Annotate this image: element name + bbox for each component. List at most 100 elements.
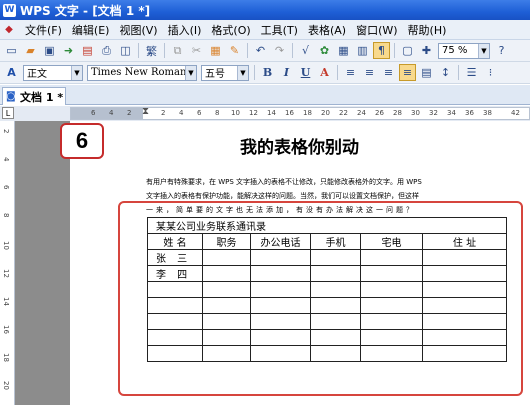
underline-button[interactable]: U (297, 64, 314, 81)
menu-edit[interactable]: 编辑(E) (67, 22, 115, 38)
print-icon[interactable]: ⎙ (98, 42, 115, 59)
simplified-traditional-icon[interactable]: 繁 (143, 42, 160, 59)
justify-icon[interactable]: ≡ (399, 64, 416, 81)
redo-icon[interactable]: ↷ (271, 42, 288, 59)
toolbar-separator (138, 43, 139, 58)
font-size-value: 五号 (205, 69, 225, 80)
style-select[interactable]: 正文 ▼ (23, 64, 83, 81)
ruler-tick: 4 (179, 109, 184, 117)
menu-table[interactable]: 表格(A) (303, 22, 351, 38)
title-bar: W WPS 文字 - [文档 1 *] (0, 0, 530, 20)
toolbar-separator (247, 43, 248, 58)
toolbar-separator (292, 43, 293, 58)
print-preview-icon[interactable]: ◫ (117, 42, 134, 59)
page-background (15, 121, 70, 405)
menu-window[interactable]: 窗口(W) (351, 22, 402, 38)
ruler-tick: 12 (249, 109, 258, 117)
new-document-icon[interactable]: ▭ (3, 42, 20, 59)
horizontal-ruler[interactable]: 6 4 2 2 4 6 8 10 12 14 16 18 20 22 24 26… (70, 107, 530, 120)
numbering-icon[interactable]: ☰ (463, 64, 480, 81)
ruler-tick: 18 (2, 353, 10, 362)
menu-tools[interactable]: 工具(T) (256, 22, 303, 38)
ruler-tick: 42 (511, 109, 520, 117)
styles-icon[interactable]: A (3, 64, 20, 81)
drawing-toolbar-icon[interactable]: ✚ (418, 42, 435, 59)
ruler-tick: 16 (285, 109, 294, 117)
align-right-icon[interactable]: ≡ (380, 64, 397, 81)
document-title[interactable]: 我的表格你别动 (240, 133, 359, 158)
menu-format[interactable]: 格式(O) (206, 22, 255, 38)
formatting-toolbar: A 正文 ▼ Times New Roman ▼ 五号 ▼ B I U A ≡ … (0, 62, 530, 84)
undo-icon[interactable]: ↶ (252, 42, 269, 59)
font-select[interactable]: Times New Roman ▼ (87, 64, 197, 81)
wps-app-icon[interactable]: W (3, 3, 16, 17)
chevron-down-icon[interactable]: ▼ (237, 65, 248, 80)
paste-icon[interactable]: ▦ (207, 42, 224, 59)
step-number-badge: 6 (60, 123, 104, 159)
ruler-tick: 10 (2, 241, 10, 250)
font-size-select[interactable]: 五号 ▼ (201, 64, 249, 81)
font-value: Times New Roman (91, 67, 187, 78)
ruler-tick: 4 (109, 109, 114, 117)
ruler-tick: 22 (339, 109, 348, 117)
line-spacing-icon[interactable]: ↕ (437, 64, 454, 81)
tab-stop-selector[interactable]: L (2, 107, 14, 119)
indent-marker-icon[interactable]: ⧗ (142, 106, 150, 121)
columns-icon[interactable]: ▥ (354, 42, 371, 59)
chevron-down-icon[interactable]: ▼ (478, 43, 489, 58)
window-title: WPS 文字 - [文档 1 *] (20, 3, 151, 18)
cut-icon[interactable]: ✂ (188, 42, 205, 59)
standard-toolbar: ▭ ▰ ▣ ➜ ▤ ⎙ ◫ 繁 ⧉ ✂ ▦ ✎ ↶ ↷ √ ✿ ▦ ▥ ¶ ▢ … (0, 40, 530, 62)
insert-table-icon[interactable]: ▦ (335, 42, 352, 59)
align-center-icon[interactable]: ≡ (361, 64, 378, 81)
copy-icon[interactable]: ⧉ (169, 42, 186, 59)
ruler-tick: 36 (465, 109, 474, 117)
save-icon[interactable]: ▣ (41, 42, 58, 59)
open-folder-icon[interactable]: ▰ (22, 42, 39, 59)
ruler-tick: 26 (375, 109, 384, 117)
font-color-button[interactable]: A (316, 64, 333, 81)
share-icon[interactable]: ➜ (60, 42, 77, 59)
ruler-tick: 8 (2, 213, 10, 218)
formula-icon[interactable]: √ (297, 42, 314, 59)
toolbar-separator (254, 65, 255, 80)
tab-document-1[interactable]: ◙ 文档 1 * (2, 87, 66, 105)
menu-bar: ◆ 文件(F) 编辑(E) 视图(V) 插入(I) 格式(O) 工具(T) 表格… (0, 20, 530, 40)
ruler-tick: 10 (231, 109, 240, 117)
toolbar-separator (458, 65, 459, 80)
zoom-page-icon[interactable]: ▢ (399, 42, 416, 59)
wps-menu-icon[interactable]: ◆ (2, 23, 16, 37)
format-painter-icon[interactable]: ✎ (226, 42, 243, 59)
ruler-tick: 2 (2, 129, 10, 134)
ruler-tick: 24 (357, 109, 366, 117)
pdf-export-icon[interactable]: ▤ (79, 42, 96, 59)
drawing-icon[interactable]: ✿ (316, 42, 333, 59)
chevron-down-icon[interactable]: ▼ (71, 65, 82, 80)
help-icon[interactable]: ? (493, 42, 510, 59)
chevron-down-icon[interactable]: ▼ (185, 65, 196, 80)
align-left-icon[interactable]: ≡ (342, 64, 359, 81)
ruler-tick: 28 (393, 109, 402, 117)
bullets-icon[interactable]: ⁝ (482, 64, 499, 81)
ruler-tick: 34 (447, 109, 456, 117)
zoom-value: 75 % (442, 45, 468, 56)
menu-help[interactable]: 帮助(H) (403, 22, 452, 38)
toolbar-separator (164, 43, 165, 58)
ruler-tick: 20 (2, 381, 10, 390)
distributed-align-icon[interactable]: ▤ (418, 64, 435, 81)
ruler-tick: 12 (2, 269, 10, 278)
ruler-tick: 16 (2, 325, 10, 334)
italic-button[interactable]: I (278, 64, 295, 81)
menu-insert[interactable]: 插入(I) (163, 22, 207, 38)
ruler-tick: 20 (321, 109, 330, 117)
vertical-ruler[interactable]: 2 4 6 8 10 12 14 16 18 20 (0, 121, 15, 405)
menu-file[interactable]: 文件(F) (20, 22, 67, 38)
ruler-tick: 18 (303, 109, 312, 117)
ruler-tick: 4 (2, 157, 10, 162)
show-markup-icon[interactable]: ¶ (373, 42, 390, 59)
bold-button[interactable]: B (259, 64, 276, 81)
menu-view[interactable]: 视图(V) (114, 22, 162, 38)
ruler-tick: 2 (127, 109, 132, 117)
zoom-select[interactable]: 75 % ▼ (438, 42, 490, 59)
ruler-tick: 14 (267, 109, 276, 117)
